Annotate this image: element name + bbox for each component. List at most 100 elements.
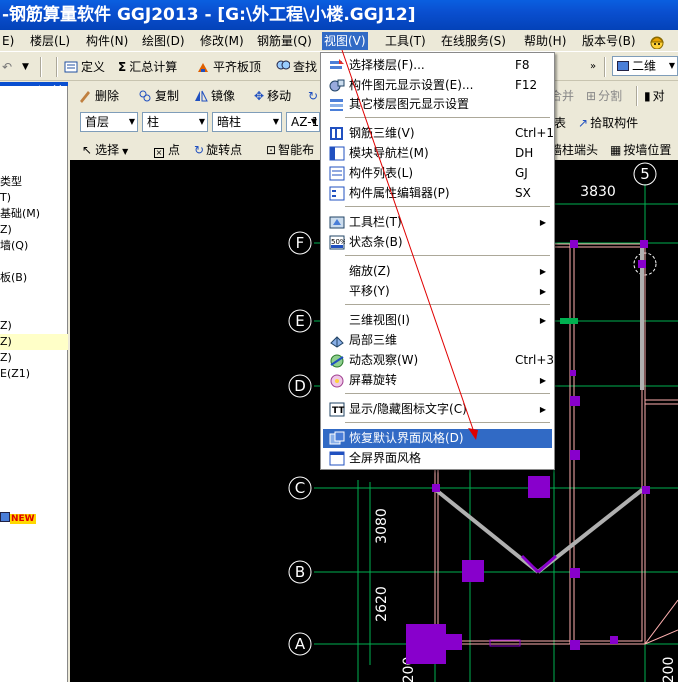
menu-item-shortcut: Ctrl+1 <box>515 126 555 140</box>
pick-icon: ↗ <box>578 116 589 130</box>
mirror-icon <box>195 90 208 102</box>
submenu-arrow-icon: ▶ <box>539 376 546 385</box>
menu-item-shortcut: F8 <box>515 58 530 72</box>
view-mode-icon <box>617 61 629 71</box>
menu-item-zoom[interactable]: 缩放(Z) ▶ <box>323 262 552 281</box>
menu-item-select-floor[interactable]: 选择楼层(F)... F8 <box>323 56 552 75</box>
align-slab-top-button[interactable]: 平齐板顶 <box>196 57 261 77</box>
menu-draw[interactable]: 绘图(D) <box>140 32 187 50</box>
menu-edit[interactable]: E) <box>0 32 16 50</box>
toolbar-overflow-icon[interactable]: » <box>590 57 596 77</box>
tree-item[interactable]: 类型 <box>0 174 68 190</box>
tree-item[interactable]: Z) <box>0 350 68 366</box>
icon-text-icon: TT <box>329 402 345 417</box>
menu-item-statusbar[interactable]: 50% 状态条(B) <box>323 233 552 252</box>
cursor-icon: ↖ <box>82 143 93 157</box>
menu-online-service[interactable]: 在线服务(S) <box>439 32 508 50</box>
tree-item[interactable]: T) <box>0 190 68 206</box>
menu-tools[interactable]: 工具(T) <box>383 32 428 50</box>
component-type-select[interactable]: 柱 <box>142 112 208 132</box>
axis-label-5: 5 <box>640 165 650 183</box>
menu-item-shortcut: Ctrl+3 <box>515 353 555 367</box>
move-icon: ✥ <box>254 89 265 103</box>
menu-item-label: 平移(Y) <box>349 284 390 298</box>
menu-item-component-display[interactable]: 构件图元显示设置(E)... F12 <box>323 76 552 95</box>
tree-item[interactable]: 板(B) <box>0 270 68 286</box>
find-button[interactable]: 查找 <box>276 57 317 77</box>
view-mode-value: 二维 <box>632 59 657 73</box>
component-subtype-select[interactable]: 暗柱 <box>212 112 282 132</box>
point-button[interactable]: × 点 <box>154 140 180 160</box>
pick-component-label: 拾取构件 <box>590 116 639 130</box>
menu-item-pan[interactable]: 平移(Y) ▶ <box>323 282 552 301</box>
tree-item[interactable]: 墙(Q) <box>0 238 68 254</box>
floor-select[interactable]: 首层 <box>80 112 138 132</box>
select-floor-icon <box>330 59 344 69</box>
select-button[interactable]: ↖ 选择 ▼ <box>82 140 128 160</box>
helmet-icon[interactable] <box>648 33 666 49</box>
split-button[interactable]: ⊞ 分割 <box>586 86 622 106</box>
svg-text:TT: TT <box>332 406 345 416</box>
menu-floor[interactable]: 楼层(L) <box>28 32 72 50</box>
rotate-icon[interactable]: ↻ <box>308 86 318 106</box>
undo-dropdown-icon[interactable]: ▼ <box>22 57 29 77</box>
menu-item-label: 局部三维 <box>349 333 398 347</box>
axis-label-b: B <box>295 563 305 581</box>
tree-item[interactable]: Z) <box>0 334 68 350</box>
menu-item-restore-default-style[interactable]: 恢复默认界面风格(D) <box>323 429 552 448</box>
window-title-bar[interactable]: -钢筋算量软件 GGJ2013 - [G:\外工程\小楼.GGJ12] <box>0 0 678 30</box>
tree-item[interactable]: Z) <box>0 222 68 238</box>
tree-item[interactable]: Z) <box>0 318 68 334</box>
delete-button[interactable]: 删除 <box>78 86 119 106</box>
align-button[interactable]: ▮ 对 <box>644 86 665 106</box>
copy-button[interactable]: 复制 <box>138 86 179 106</box>
other-floor-icon <box>330 99 343 111</box>
undo-button[interactable]: ↶ <box>2 57 12 77</box>
menu-item-dynamic-orbit[interactable]: 动态观察(W) Ctrl+3 <box>323 351 555 370</box>
smart-place-button[interactable]: ⊡ 智能布 <box>266 140 314 160</box>
by-wall-position-button[interactable]: ▦ 按墙位置 <box>610 140 671 160</box>
statusbar-icon: 50% <box>329 235 345 250</box>
view-mode-select[interactable]: 二维 <box>612 56 678 76</box>
define-button[interactable]: 定义 <box>64 57 105 77</box>
menu-item-label: 构件图元显示设置(E)... <box>349 78 474 92</box>
menu-item-screen-rotate[interactable]: 屏幕旋转 ▶ <box>323 371 552 390</box>
menu-item-local-3d[interactable]: 局部三维 <box>323 331 552 350</box>
menu-item-property-editor[interactable]: 构件属性编辑器(P) SX <box>323 184 552 203</box>
rotate-point-button[interactable]: ↻ 旋转点 <box>194 140 242 160</box>
point-label: 点 <box>168 143 181 157</box>
mirror-label: 镜像 <box>211 89 236 103</box>
move-button[interactable]: ✥ 移动 <box>254 86 291 106</box>
menu-rebar-quantity[interactable]: 钢筋量(Q) <box>255 32 314 50</box>
wall-column-end-button[interactable]: 墙柱端头 <box>550 140 598 160</box>
summary-calc-button[interactable]: Σ 汇总计算 <box>118 57 177 77</box>
mirror-button[interactable]: 镜像 <box>194 86 235 106</box>
menu-help[interactable]: 帮助(H) <box>522 32 568 50</box>
tree-item-new[interactable]: NEW <box>0 510 68 526</box>
menu-item-shortcut: DH <box>515 146 534 160</box>
axis-label-d: D <box>294 377 306 395</box>
menu-component[interactable]: 构件(N) <box>84 32 130 50</box>
tree-item[interactable]: 基础(M) <box>0 206 68 222</box>
dimension-3080: 3080 <box>374 508 390 544</box>
split-label: 分割 <box>598 89 623 103</box>
menu-version[interactable]: 版本号(B) <box>580 32 638 50</box>
table-button[interactable]: 表 <box>554 113 566 133</box>
menu-item-toggle-icon-text[interactable]: TT 显示/隐藏图标文字(C) ▶ <box>323 400 552 419</box>
menu-item-module-nav[interactable]: 模块导航栏(M) DH <box>323 144 552 163</box>
menu-item-3d-view[interactable]: 三维视图(I) ▶ <box>323 311 552 330</box>
pick-component-button[interactable]: ↗ 拾取构件 <box>578 113 638 133</box>
menu-item-fullscreen-style[interactable]: 全屏界面风格 <box>323 449 552 468</box>
menu-item-label: 状态条(B) <box>349 235 403 249</box>
menu-view[interactable]: 视图(V) <box>322 32 368 50</box>
tree-item[interactable]: E(Z1) <box>0 366 68 382</box>
menu-item-other-floor-display[interactable]: 其它楼层图元显示设置 <box>323 95 552 114</box>
menu-item-label: 动态观察(W) <box>349 353 419 367</box>
menu-modify[interactable]: 修改(M) <box>198 32 246 50</box>
menu-item-toolbar[interactable]: 工具栏(T) ▶ <box>323 213 552 232</box>
move-label: 移动 <box>267 89 292 103</box>
menu-item-rebar-3d[interactable]: 钢筋三维(V) Ctrl+1 <box>323 124 555 143</box>
menu-item-shortcut: GJ <box>515 166 528 180</box>
menu-item-component-list[interactable]: 构件列表(L) GJ <box>323 164 552 183</box>
component-code-select[interactable]: AZ-1 <box>286 112 320 132</box>
